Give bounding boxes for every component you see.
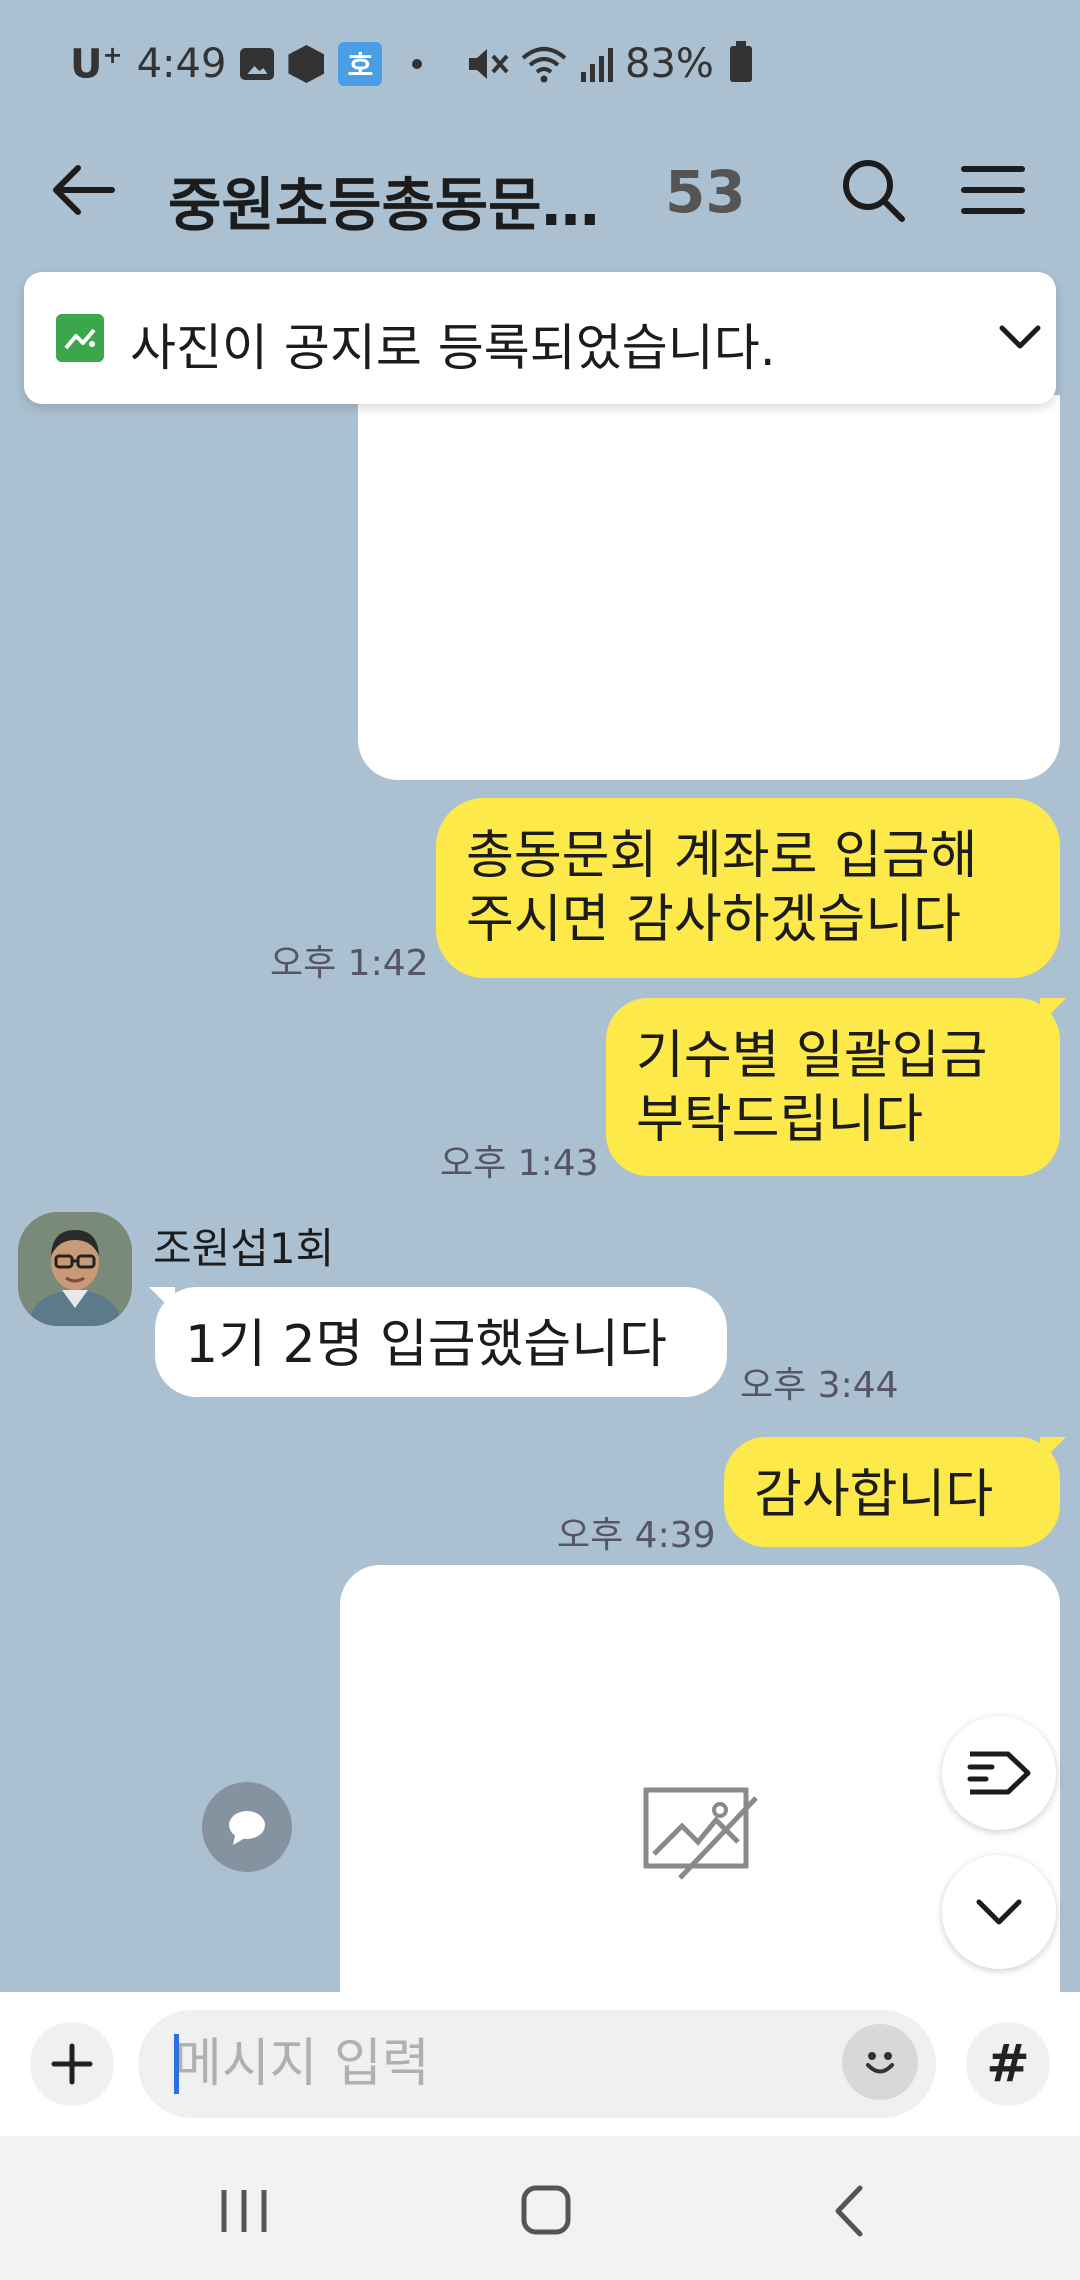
- message-line: 1기 2명 입금했습니다: [185, 1315, 667, 1375]
- hamburger-icon[interactable]: [958, 155, 1028, 225]
- notice-banner[interactable]: 사진이 공지로 등록되었습니다.: [24, 272, 1056, 404]
- scroll-to-bottom-button[interactable]: [942, 1855, 1056, 1969]
- message-input-bar: #: [0, 1992, 1080, 2136]
- message-line: 부탁드립니다: [636, 1090, 924, 1150]
- cube-notification-icon: [288, 45, 325, 83]
- chat-screen: U+ 4:49 호 83% 중원초등총동문… 53 사진이 공지로 등록되었습니…: [0, 0, 1080, 2280]
- hashtag-button[interactable]: #: [966, 2022, 1050, 2106]
- carrier-label: U+: [70, 40, 123, 88]
- attach-button[interactable]: [30, 2022, 114, 2106]
- message-line: 기수별 일괄입금: [636, 1026, 988, 1086]
- text-cursor: [174, 2034, 179, 2094]
- emoji-icon: [860, 2042, 900, 2082]
- gallery-notification-icon: [240, 48, 275, 80]
- image-message-top[interactable]: [358, 395, 1060, 780]
- my-message-bubble[interactable]: 총동문회 계좌로 입금해 주시면 감사하겠습니다: [436, 798, 1060, 978]
- ho-notification-icon: 호: [338, 42, 383, 86]
- their-message-bubble[interactable]: 1기 2명 입금했습니다: [155, 1287, 727, 1397]
- arrow-left-icon[interactable]: [48, 160, 118, 220]
- message-time: 오후 1:43: [440, 1143, 599, 1184]
- chat-header: 중원초등총동문… 53: [0, 130, 1080, 250]
- notice-text: 사진이 공지로 등록되었습니다.: [130, 319, 776, 377]
- status-left: U+ 4:49 호: [70, 38, 423, 90]
- signal-icon: [581, 48, 613, 82]
- message-line: 총동문회 계좌로 입금해: [466, 826, 978, 886]
- battery-icon: [729, 41, 752, 82]
- tag-button[interactable]: [942, 1716, 1056, 1830]
- search-icon[interactable]: [838, 155, 908, 225]
- quick-reply-button[interactable]: [202, 1782, 292, 1872]
- battery-percent: 83%: [625, 41, 714, 87]
- recent-apps-icon[interactable]: [204, 2176, 284, 2246]
- message-time: 오후 4:39: [557, 1515, 716, 1556]
- clock: 4:49: [136, 41, 227, 87]
- back-nav-icon[interactable]: [810, 2176, 890, 2246]
- wifi-icon: [521, 47, 567, 83]
- sender-name: 조원섭1회: [153, 1224, 335, 1273]
- message-time: 오후 3:44: [740, 1365, 899, 1406]
- my-message-bubble[interactable]: 기수별 일괄입금 부탁드립니다: [606, 998, 1060, 1176]
- message-time: 오후 1:42: [270, 943, 429, 984]
- chevron-down-icon[interactable]: [992, 310, 1048, 366]
- system-nav-bar: [0, 2136, 1080, 2280]
- home-icon[interactable]: [506, 2176, 586, 2246]
- status-right: 83%: [465, 38, 752, 90]
- chevron-down-icon: [976, 1899, 1022, 1925]
- message-line: 주시면 감사하겠습니다: [466, 890, 961, 950]
- mute-icon: [469, 49, 509, 79]
- plus-icon: [51, 2043, 93, 2085]
- tag-icon: [967, 1751, 1031, 1795]
- image-icon: [56, 314, 104, 362]
- member-count: 53: [665, 158, 746, 226]
- avatar-portrait-icon: [18, 1212, 132, 1326]
- avatar[interactable]: [18, 1212, 132, 1326]
- message-input[interactable]: [138, 2010, 936, 2118]
- emoji-button[interactable]: [842, 2024, 918, 2100]
- chat-room-title: 중원초등총동문…: [168, 171, 600, 239]
- speech-bubble-icon: [229, 1811, 265, 1845]
- more-notifications-dot-icon: [412, 59, 423, 69]
- broken-image-icon: [643, 1787, 758, 1880]
- message-line: 감사합니다: [754, 1465, 994, 1525]
- status-bar: U+ 4:49 호 83%: [0, 0, 1080, 130]
- my-message-bubble[interactable]: 감사합니다: [724, 1437, 1060, 1547]
